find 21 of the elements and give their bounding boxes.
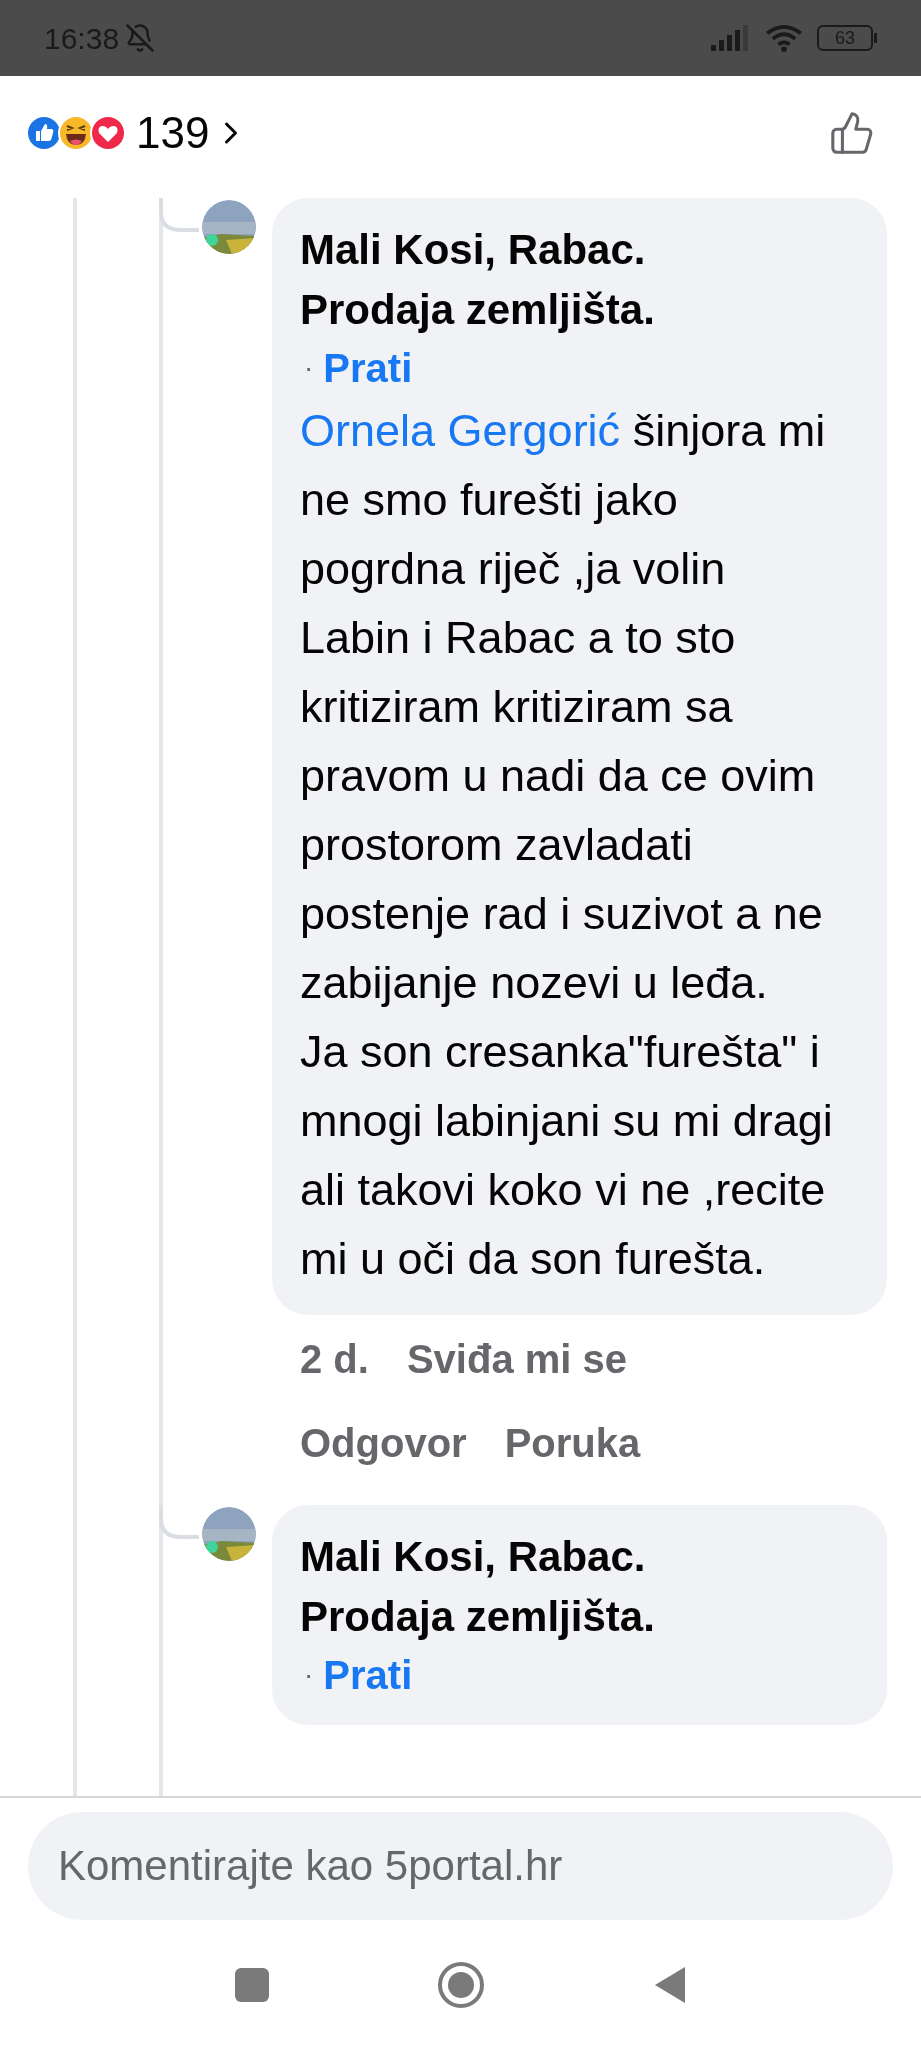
reaction-count[interactable]: 139	[136, 100, 210, 166]
recent-apps-button[interactable]	[234, 1968, 269, 2002]
follow-link[interactable]: Prati	[323, 1647, 413, 1703]
home-button[interactable]	[436, 1961, 485, 2009]
signal-icon	[711, 25, 751, 51]
separator-dot: ·	[304, 351, 314, 385]
reaction-icons[interactable]	[26, 115, 126, 151]
muted-bell-icon	[125, 23, 156, 53]
author-name[interactable]: Mali Kosi, Rabac. Prodaja zemljišta.	[300, 220, 780, 340]
like-icon[interactable]	[829, 110, 875, 156]
mention-link[interactable]: Ornela Gergorić	[300, 405, 621, 456]
wifi-icon	[765, 24, 803, 52]
comment-action[interactable]: Poruka	[504, 1401, 641, 1485]
comment-input[interactable]: Komentirajte kao 5portal.hr	[28, 1812, 893, 1920]
follow-link[interactable]: Prati	[323, 340, 413, 396]
comment-action[interactable]: Sviđa mi se	[406, 1317, 628, 1401]
separator-dot: ·	[304, 1658, 314, 1692]
author-name[interactable]: Mali Kosi, Rabac. Prodaja zemljišta.	[300, 1527, 780, 1647]
comment-text: Ornela Gergorić šinjora mi ne smo furešti jako pogrdna riječ ,ja volin Labin i Rabac a to sto kritiziram kritiziram sa pravom u nadi da ce ovim prostorom zavladati postenje rad i suzivot a ne zabijanje nozevi u leđa. Ja son cresanka"furešta" i mnogi labinjani su mi dragi ali takovi koko vi ne ,recite mi u oči da son furešta.	[300, 404, 834, 1286]
comment-time: 2 d.	[300, 1336, 369, 1383]
comment-action[interactable]: Odgovor	[300, 1401, 467, 1485]
